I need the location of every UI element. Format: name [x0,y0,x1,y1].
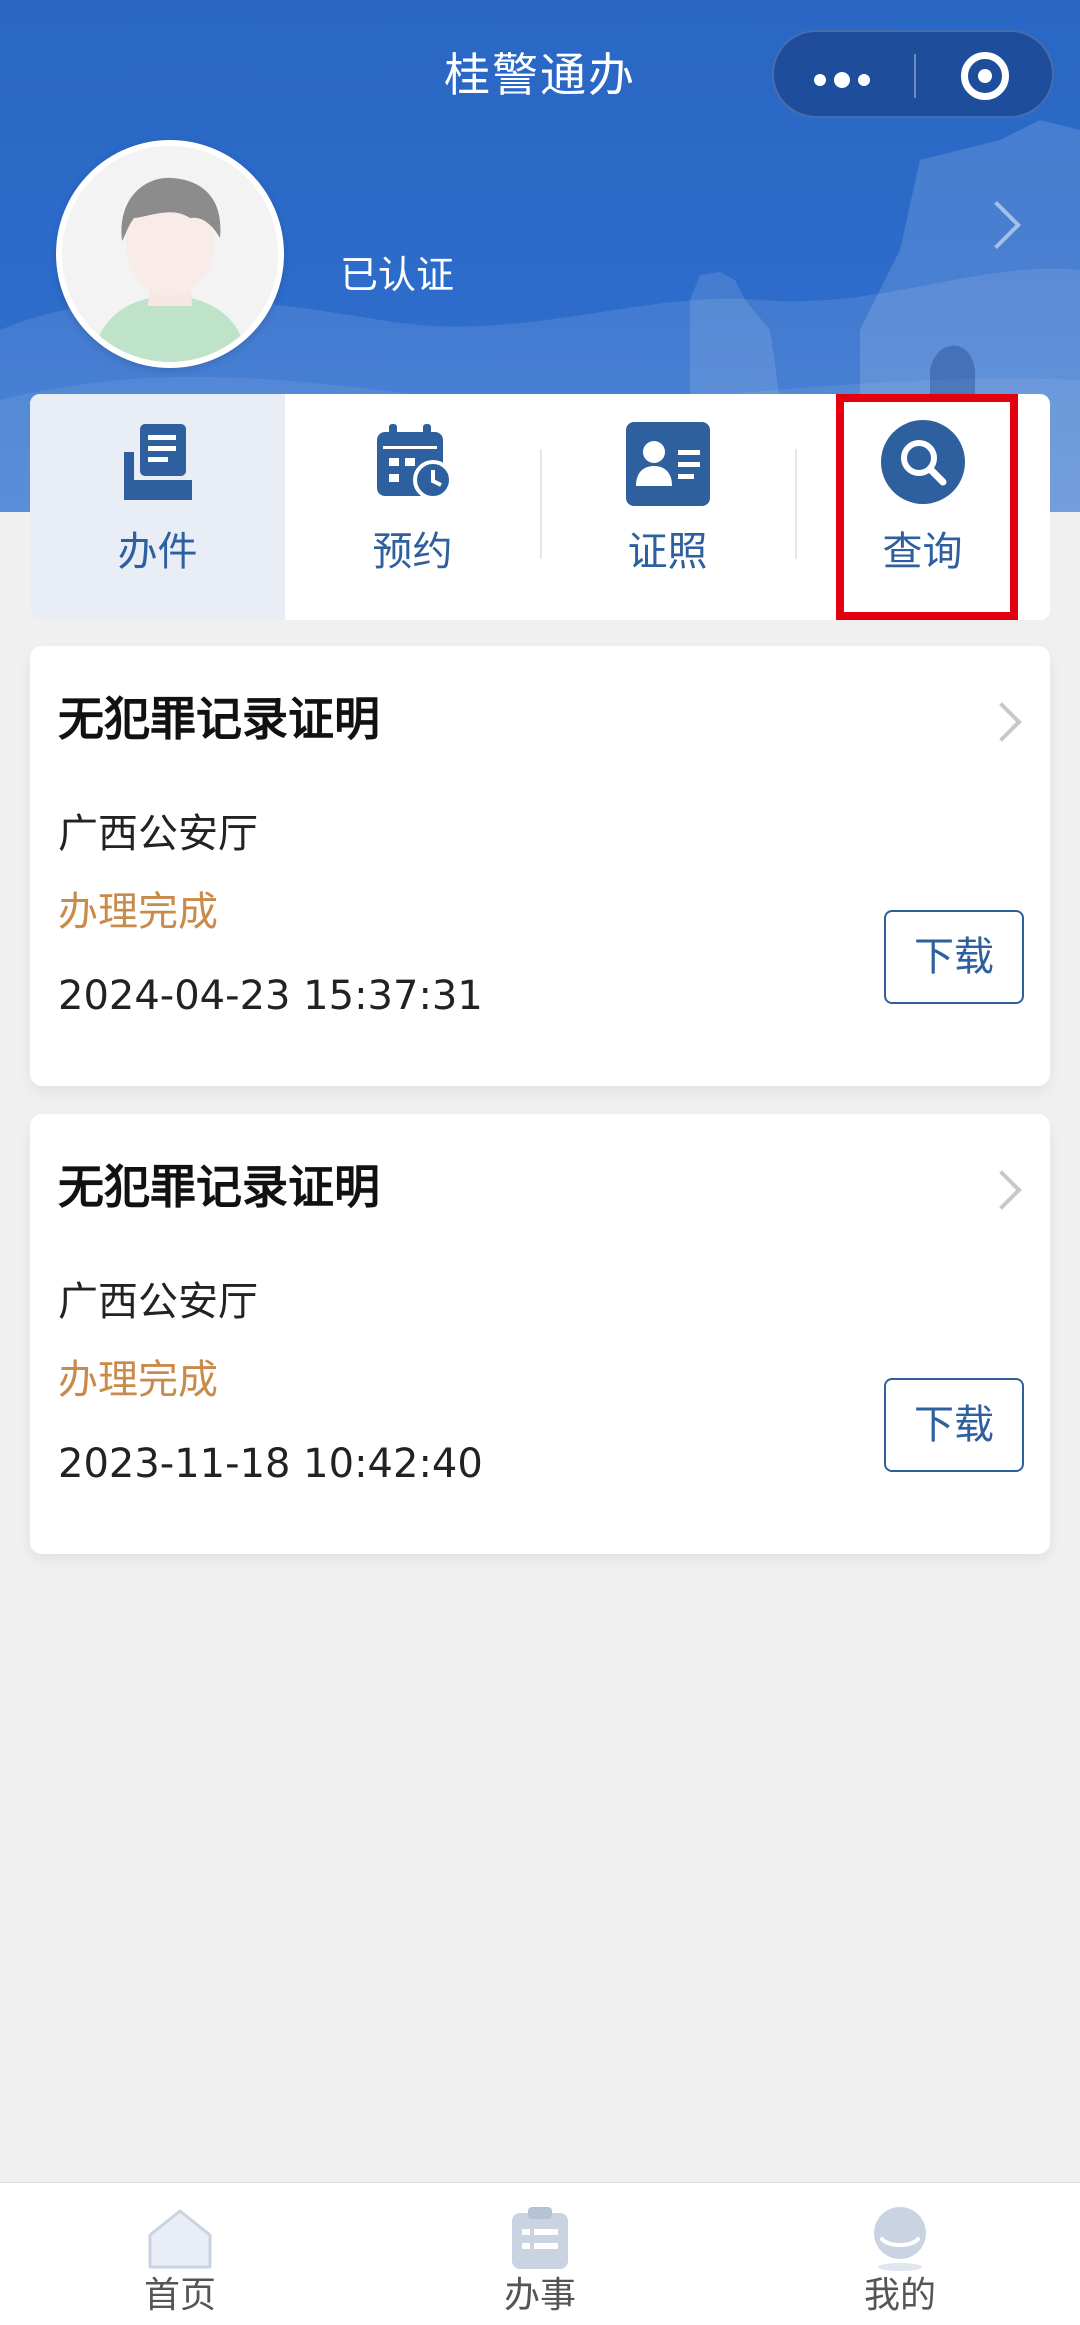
record-status: 办理完成 [58,889,218,935]
record-card[interactable]: 无犯罪记录证明 广西公安厅 办理完成 2023-11-18 10:42:40 下… [30,1114,1050,1554]
record-time: 2023-11-18 10:42:40 [58,1441,483,1487]
quick-action-appointment[interactable]: 预约 [285,394,540,620]
quick-action-label: 办件 [117,529,198,575]
quick-action-label: 预约 [372,529,453,575]
mini-program-capsule [772,30,1054,118]
default-avatar-icon [62,146,278,362]
record-status: 办理完成 [58,1357,218,1403]
record-card[interactable]: 无犯罪记录证明 广西公安厅 办理完成 2024-04-23 15:37:31 下… [30,646,1050,1086]
tab-label: 我的 [863,2275,936,2316]
tab-mine[interactable]: 我的 [720,2183,1080,2325]
query-highlight-box [836,394,1018,620]
tab-label: 首页 [143,2275,216,2316]
verified-status: 已认证 [340,253,455,297]
tab-home[interactable]: 首页 [0,2183,360,2325]
chevron-right-icon[interactable] [982,1170,1022,1210]
id-card-icon [626,422,710,506]
quick-action-cases[interactable]: 办件 [30,394,285,620]
tab-services[interactable]: 办事 [360,2183,720,2325]
chevron-right-icon[interactable] [982,702,1022,742]
more-dots-icon [814,69,878,88]
avatar[interactable] [56,140,284,368]
record-title: 无犯罪记录证明 [58,692,380,746]
calendar-clock-icon [377,424,453,500]
close-target-icon [961,52,1009,100]
close-mini-program-button[interactable] [916,32,1056,120]
quick-action-certificates[interactable]: 证照 [540,394,795,620]
bottom-tab-bar: 首页 办事 我的 [0,2182,1080,2325]
quick-action-label: 证照 [627,529,708,575]
document-stack-icon [124,424,192,500]
record-title: 无犯罪记录证明 [58,1160,380,1214]
record-department: 广西公安厅 [58,811,258,857]
record-department: 广西公安厅 [58,1279,258,1325]
download-button[interactable]: 下载 [884,1378,1024,1472]
tab-label: 办事 [503,2275,576,2316]
user-icon [874,2207,926,2271]
record-time: 2024-04-23 15:37:31 [58,973,483,1019]
home-icon [148,2209,212,2269]
clipboard-icon [512,2207,568,2269]
more-button[interactable] [774,32,914,120]
download-button[interactable]: 下载 [884,910,1024,1004]
